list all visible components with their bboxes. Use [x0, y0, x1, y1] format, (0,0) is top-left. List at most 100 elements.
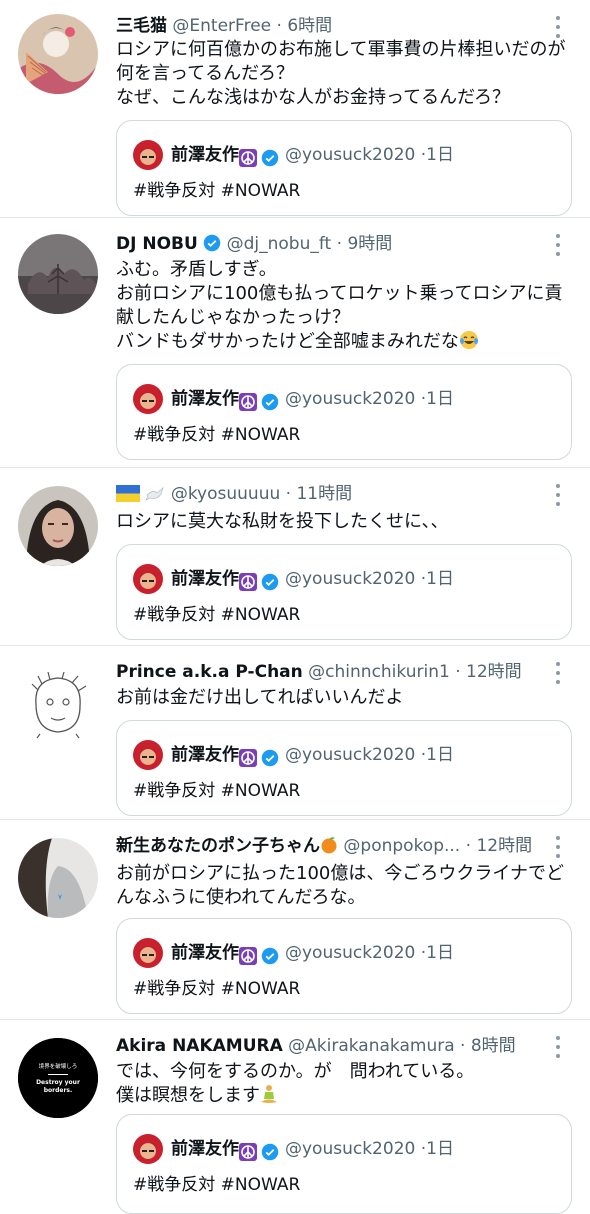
tweet-text-line: なぜ、こんな浅はかな人がお金持ってるんだろ？ [116, 87, 511, 108]
peace-icon [239, 146, 257, 167]
user-handle[interactable]: @Akirakanakamura [288, 1036, 454, 1056]
quoted-meta: @yousuck2020 ·1日 [285, 739, 454, 771]
quoted-meta: @yousuck2020 ·1日 [285, 937, 454, 969]
quoted-tweet[interactable]: 前澤友作 @yousuck2020 ·1日 #戦争反対 #NOWAR [116, 720, 572, 816]
timestamp[interactable]: 9時間 [347, 234, 392, 254]
tweet-text-line: 僕は瞑想をします [116, 1084, 574, 1108]
tweet-text-line: ロシアに莫大な私財を投下したくせに、、 [116, 511, 449, 532]
separator: · [336, 234, 343, 254]
display-name[interactable]: 新生あなたのポン子ちゃん [116, 836, 320, 856]
peace-icon [239, 390, 257, 411]
quoted-avatar [133, 938, 163, 968]
tweet-header: Prince a.k.a P-Chan @chinnchikurin1 · 12… [116, 659, 550, 685]
tweet[interactable]: 境界を破壊しろ Destroy your borders. Akira NAKA… [0, 1020, 590, 1214]
user-handle[interactable]: @ponpokop... [343, 836, 460, 856]
tweet-header: Akira NAKAMURA @Akirakanakamura · 8時間 [116, 1033, 550, 1059]
user-handle[interactable]: @chinnchikurin1 [308, 662, 450, 682]
timestamp[interactable]: 12時間 [466, 662, 522, 682]
display-name[interactable]: 三毛猫 [116, 16, 167, 36]
tweet-text-line: お前ロシアに100億も払ってロケット乗ってロシアに貢 [116, 283, 563, 304]
avatar[interactable] [18, 486, 98, 566]
tweet-header: 三毛猫 @EnterFree · 6時間 [116, 13, 550, 39]
display-name[interactable]: Prince a.k.a P-Chan [116, 662, 303, 682]
avatar[interactable] [18, 234, 98, 314]
timestamp[interactable]: 6時間 [287, 16, 332, 36]
tweet-text-line: 献したんじゃなかったっけ？ [116, 307, 350, 328]
peace-icon [239, 944, 257, 965]
user-handle[interactable]: @dj_nobu_ft [227, 234, 332, 254]
display-name[interactable]: Akira NAKAMURA [116, 1036, 283, 1056]
more-options-icon[interactable] [548, 660, 568, 686]
tweet-header: @kyosuuuuu · 11時間 [116, 481, 550, 507]
tweet-text-line: お前がロシアに払った100億は、今ごろウクライナでど [116, 863, 564, 884]
avatar[interactable] [18, 14, 98, 94]
avatar[interactable]: 境界を破壊しろ Destroy your borders. [18, 1038, 98, 1118]
dove-icon[interactable] [145, 485, 165, 502]
quoted-tweet-header: 前澤友作 @yousuck2020 ·1日 [133, 383, 561, 415]
quoted-display-name: 前澤友作 [171, 145, 239, 165]
avatar[interactable] [18, 664, 98, 744]
avatar-caption: 境界を破壊しろ [39, 1062, 78, 1070]
meditating-person-emoji-icon [261, 1085, 277, 1103]
quoted-text: #戦争反対 #NOWAR [133, 425, 301, 445]
quoted-meta: @yousuck2020 ·1日 [285, 563, 454, 595]
quoted-avatar [133, 740, 163, 770]
separator: · [285, 484, 292, 504]
quoted-tweet[interactable]: 前澤友作 @yousuck2020 ·1日 #戦争反対 #NOWAR [116, 364, 572, 460]
tweet-text-line: んなふうに使われてんだろな。 [116, 887, 366, 908]
quoted-tweet[interactable]: 前澤友作 @yousuck2020 ·1日 #戦争反対 #NOWAR [116, 918, 572, 1014]
tweet[interactable]: 三毛猫 @EnterFree · 6時間 ロシアに何百億かのお布施して軍事費の片… [0, 0, 590, 218]
tweet[interactable]: @kyosuuuuu · 11時間 ロシアに莫大な私財を投下したくせに、、 前澤… [0, 468, 590, 646]
tweet[interactable]: 新生あなたのポン子ちゃん @ponpokop... · 12時間 お前がロシアに… [0, 820, 590, 1020]
avatar-caption: borders. [44, 1087, 73, 1094]
peace-icon [239, 746, 257, 767]
quoted-tweet[interactable]: 前澤友作 @yousuck2020 ·1日 #戦争反対 #NOWAR [116, 120, 572, 216]
quoted-tweet[interactable]: 前澤友作 @yousuck2020 ·1日 #戦争反対 #NOWAR [116, 544, 572, 640]
quoted-avatar [133, 384, 163, 414]
quoted-handle: @yousuck2020 [285, 943, 416, 963]
quoted-display-name: 前澤友作 [171, 1139, 239, 1159]
quoted-meta: @yousuck2020 ·1日 [285, 139, 454, 171]
avatar[interactable] [18, 838, 98, 918]
quoted-tweet-header: 前澤友作 @yousuck2020 ·1日 [133, 139, 561, 171]
tweet-text: ロシアに莫大な私財を投下したくせに、、 [116, 510, 574, 534]
more-options-icon[interactable] [548, 482, 568, 508]
quoted-tweet[interactable]: 前澤友作 @yousuck2020 ·1日 #戦争反対 #NOWAR [116, 1114, 572, 1214]
timestamp[interactable]: 8時間 [471, 1036, 516, 1056]
tweet-text-line: バンドもダサかったけど全部嘘まみれだな [116, 330, 574, 354]
tweet-text-line-content: バンドもダサかったけど全部嘘まみれだな [116, 331, 459, 352]
tweet[interactable]: Prince a.k.a P-Chan @chinnchikurin1 · 12… [0, 646, 590, 820]
quoted-meta: @yousuck2020 ·1日 [285, 383, 454, 415]
ukraine-flag-icon[interactable] [116, 485, 140, 502]
timestamp[interactable]: 12時間 [476, 836, 532, 856]
quoted-timestamp: 1日 [426, 745, 454, 765]
more-options-icon[interactable] [548, 834, 568, 860]
quoted-timestamp: 1日 [426, 569, 454, 589]
peace-icon [239, 1140, 257, 1161]
tweet-text-line: お前は金だけ出してればいいんだよ [116, 687, 404, 708]
quoted-display-name: 前澤友作 [171, 389, 239, 409]
laughing-tears-emoji-icon [459, 331, 478, 349]
more-options-icon[interactable] [548, 1034, 568, 1060]
quoted-handle: @yousuck2020 [285, 389, 416, 409]
display-name[interactable]: DJ NOBU [116, 234, 198, 254]
quoted-tweet-header: 前澤友作 @yousuck2020 ·1日 [133, 563, 561, 595]
tweet-text-line: ロシアに何百億かのお布施して軍事費の片棒担いだのが [116, 39, 566, 60]
quoted-tweet-header: 前澤友作 @yousuck2020 ·1日 [133, 1133, 561, 1165]
timestamp[interactable]: 11時間 [296, 484, 352, 504]
quoted-text: #戦争反対 #NOWAR [133, 781, 301, 801]
verified-badge-icon [261, 746, 279, 767]
tweet-header: DJ NOBU @dj_nobu_ft · 9時間 [116, 231, 550, 257]
quoted-text: #戦争反対 #NOWAR [133, 979, 301, 999]
user-handle[interactable]: @kyosuuuuu [171, 484, 280, 504]
separator: · [276, 16, 282, 36]
more-options-icon[interactable] [548, 14, 568, 40]
quoted-timestamp: 1日 [426, 389, 454, 409]
more-options-icon[interactable] [548, 232, 568, 258]
quoted-handle: @yousuck2020 [285, 1139, 416, 1159]
separator: · [460, 1036, 466, 1056]
quoted-text: #戦争反対 #NOWAR [133, 605, 301, 625]
user-handle[interactable]: @EnterFree [172, 16, 271, 36]
tweet[interactable]: DJ NOBU @dj_nobu_ft · 9時間 ふむ。矛盾しすぎ。 お前ロシ… [0, 218, 590, 468]
tweet-text: では、今何をするのか。が 問われている。 僕は瞑想をします [116, 1060, 574, 1108]
